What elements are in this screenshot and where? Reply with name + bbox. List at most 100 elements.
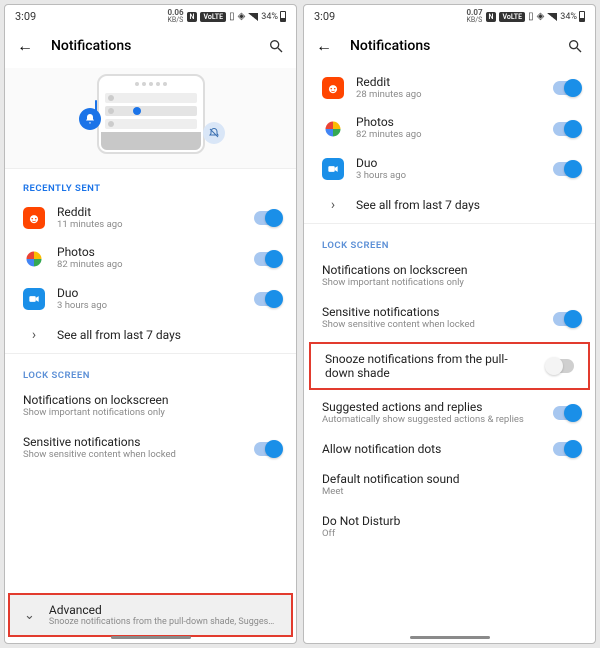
row-default-sound[interactable]: Default notification sound Meet: [304, 464, 595, 506]
app-row-photos[interactable]: Photos 82 minutes ago: [304, 108, 595, 148]
row-dnd[interactable]: Do Not Disturb Off: [304, 506, 595, 548]
signal-icon: [547, 13, 557, 21]
back-button[interactable]: ←: [316, 36, 332, 56]
setting-label: Snooze notifications from the pull-down …: [325, 352, 534, 380]
battery: 34%: [261, 11, 286, 22]
setting-sub: Show sensitive content when locked: [322, 319, 541, 331]
net-rate: 0.07KB/S: [466, 9, 482, 24]
setting-label: Default notification sound: [322, 472, 581, 486]
hero-illustration: [5, 68, 296, 169]
setting-label: Sensitive notifications: [322, 305, 541, 319]
advanced-sub: Snooze notifications from the pull-down …: [49, 617, 277, 627]
duo-icon: [23, 288, 45, 310]
setting-sub: Show important notifications only: [23, 407, 282, 419]
setting-label: Sensitive notifications: [23, 435, 242, 449]
see-all-row[interactable]: › See all from last 7 days: [304, 189, 595, 221]
nav-handle[interactable]: [111, 636, 191, 639]
app-time: 11 minutes ago: [57, 219, 242, 231]
see-all-label: See all from last 7 days: [57, 328, 282, 342]
app-row-duo[interactable]: Duo 3 hours ago: [5, 279, 296, 319]
signal-icon: [248, 13, 258, 21]
toggle-photos[interactable]: [254, 252, 282, 266]
toggle-dots[interactable]: [553, 442, 581, 456]
volte-badge: VoLTE: [499, 12, 525, 22]
app-name: Photos: [356, 115, 541, 129]
toggle-duo[interactable]: [254, 292, 282, 306]
bell-off-icon: [203, 122, 225, 144]
section-lock-screen: LOCK SCREEN: [5, 356, 296, 385]
wifi-icon: ◈: [238, 11, 246, 22]
header: ← Notifications: [304, 26, 595, 68]
app-time: 82 minutes ago: [57, 259, 242, 271]
reddit-icon: [23, 207, 45, 229]
row-notifications-lockscreen[interactable]: Notifications on lockscreen Show importa…: [304, 255, 595, 297]
net-rate: 0.06KB/S: [167, 9, 183, 24]
row-snooze[interactable]: Snooze notifications from the pull-down …: [311, 344, 588, 388]
battery: 34%: [560, 11, 585, 22]
chevron-right-icon: ›: [23, 327, 45, 343]
setting-label: Notifications on lockscreen: [23, 393, 282, 407]
app-name: Reddit: [57, 205, 242, 219]
nav-handle[interactable]: [410, 636, 490, 639]
app-time: 3 hours ago: [57, 300, 242, 312]
toggle-photos[interactable]: [553, 122, 581, 136]
toggle-reddit[interactable]: [254, 211, 282, 225]
phone-left: 3:09 0.06KB/S N VoLTE ▯ ◈ 34% ← Notifica…: [4, 4, 297, 644]
photos-icon: [23, 248, 45, 270]
toggle-sensitive[interactable]: [254, 442, 282, 456]
clock: 3:09: [15, 10, 36, 23]
back-button[interactable]: ←: [17, 36, 33, 56]
row-sensitive[interactable]: Sensitive notifications Show sensitive c…: [5, 427, 296, 469]
section-recently-sent: RECENTLY SENT: [5, 169, 296, 198]
setting-sub: Show important notifications only: [322, 277, 581, 289]
row-sensitive[interactable]: Sensitive notifications Show sensitive c…: [304, 297, 595, 339]
toggle-duo[interactable]: [553, 162, 581, 176]
app-time: 3 hours ago: [356, 170, 541, 182]
reddit-icon: [322, 77, 344, 99]
row-suggested[interactable]: Suggested actions and replies Automatica…: [304, 392, 595, 434]
advanced-highlight: ⌄ Advanced Snooze notifications from the…: [8, 593, 293, 637]
setting-label: Allow notification dots: [322, 442, 541, 456]
app-name: Reddit: [356, 75, 541, 89]
setting-sub: Meet: [322, 486, 581, 498]
photos-icon: [322, 118, 344, 140]
page-title: Notifications: [51, 38, 250, 54]
app-name: Duo: [57, 286, 242, 300]
app-name: Photos: [57, 245, 242, 259]
setting-label: Do Not Disturb: [322, 514, 581, 528]
page-title: Notifications: [350, 38, 549, 54]
n-badge: N: [187, 12, 198, 22]
header: ← Notifications: [5, 26, 296, 68]
toggle-sensitive[interactable]: [553, 312, 581, 326]
bell-on-icon: [79, 108, 101, 130]
duo-icon: [322, 158, 344, 180]
vibrate-icon: ▯: [528, 11, 534, 22]
vibrate-icon: ▯: [229, 11, 235, 22]
snooze-highlight: Snooze notifications from the pull-down …: [309, 342, 590, 390]
n-badge: N: [486, 12, 497, 22]
search-button[interactable]: [268, 38, 284, 54]
app-row-reddit[interactable]: Reddit 11 minutes ago: [5, 198, 296, 238]
section-lock-screen: LOCK SCREEN: [304, 226, 595, 255]
app-row-photos[interactable]: Photos 82 minutes ago: [5, 238, 296, 278]
setting-sub: Automatically show suggested actions & r…: [322, 414, 541, 426]
row-notifications-lockscreen[interactable]: Notifications on lockscreen Show importa…: [5, 385, 296, 427]
toggle-reddit[interactable]: [553, 81, 581, 95]
phone-right: 3:09 0.07KB/S N VoLTE ▯ ◈ 34% ← Notifica…: [303, 4, 596, 644]
row-dots[interactable]: Allow notification dots: [304, 434, 595, 464]
clock: 3:09: [314, 10, 335, 23]
status-bar: 3:09 0.06KB/S N VoLTE ▯ ◈ 34%: [5, 5, 296, 26]
toggle-suggested[interactable]: [553, 406, 581, 420]
volte-badge: VoLTE: [200, 12, 226, 22]
toggle-snooze[interactable]: [546, 359, 574, 373]
app-row-reddit[interactable]: Reddit 28 minutes ago: [304, 68, 595, 108]
search-button[interactable]: [567, 38, 583, 54]
see-all-label: See all from last 7 days: [356, 198, 581, 212]
chevron-down-icon: ⌄: [24, 608, 35, 623]
app-time: 82 minutes ago: [356, 129, 541, 141]
app-row-duo[interactable]: Duo 3 hours ago: [304, 149, 595, 189]
advanced-row[interactable]: ⌄ Advanced Snooze notifications from the…: [10, 595, 291, 635]
see-all-row[interactable]: › See all from last 7 days: [5, 319, 296, 351]
setting-label: Notifications on lockscreen: [322, 263, 581, 277]
wifi-icon: ◈: [537, 11, 545, 22]
